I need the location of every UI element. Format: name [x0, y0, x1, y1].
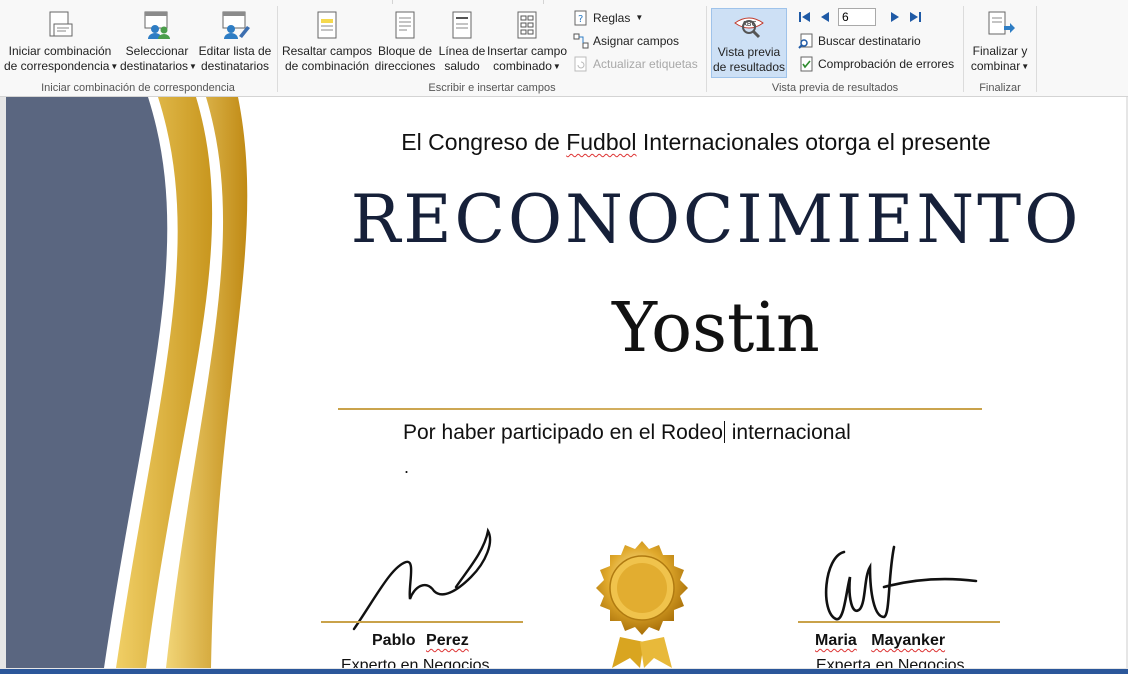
preview-results-button[interactable]: ABC Vista previa de resultados [711, 8, 787, 78]
record-navigator [798, 8, 922, 26]
find-recipient-icon [798, 33, 813, 49]
preview-results-label-2: de resultados [712, 60, 786, 74]
highlight-fields-label-1: Resaltar campos [281, 44, 373, 58]
finish-merge-label-1: Finalizar y [972, 44, 1028, 58]
find-recipient-label: Buscar destinatario [818, 34, 921, 48]
first-record-icon[interactable] [798, 10, 812, 24]
chevron-down-icon: ▼ [552, 62, 561, 72]
group-write-insert: Resaltar campos de combinación Bloque de… [278, 0, 706, 96]
document-area: El Congreso de Fudbol Internacionales ot… [0, 97, 1128, 674]
rules-label: Reglas [593, 11, 631, 25]
edit-recipients-label-2: destinatarios [200, 59, 270, 73]
status-strip [0, 669, 1128, 674]
insert-field-label-1: Insertar campo [486, 44, 568, 58]
record-number-input[interactable] [838, 8, 876, 26]
greeting-line-label-1: Línea de [438, 44, 486, 58]
edit-recipients-icon [222, 11, 250, 39]
match-fields-icon [573, 33, 589, 49]
signer-role-left: Experto en Negocios [341, 657, 490, 668]
rules-button[interactable]: ? Reglas ▼ [573, 8, 643, 28]
last-record-icon[interactable] [908, 10, 922, 24]
select-recipients-label-2: destinatarios [120, 59, 189, 73]
match-fields-button[interactable]: Asignar campos [573, 31, 679, 51]
address-block-label-2: direcciones [374, 59, 436, 73]
insert-field-icon [517, 11, 537, 39]
signature-line-left [321, 621, 523, 623]
insert-field-button[interactable]: Insertar campo combinado▼ [486, 8, 568, 78]
signer-role-right: Experta en Negocios [816, 657, 965, 668]
greeting-line-button[interactable]: Línea de saludo [438, 8, 486, 78]
check-errors-label: Comprobación de errores [818, 57, 955, 71]
gold-medal-seal [596, 541, 688, 668]
update-labels-label: Actualizar etiquetas [593, 57, 698, 71]
signer-first-name-left: Pablo [372, 632, 416, 649]
chevron-down-icon: ▼ [110, 62, 119, 72]
group-start-merge: Iniciar combinación de correspondencia▼ … [0, 0, 276, 96]
previous-record-icon[interactable] [818, 10, 832, 24]
recipient-name: Yostin [612, 289, 820, 368]
group-label-finish: Finalizar [979, 82, 1021, 94]
highlight-fields-button[interactable]: Resaltar campos de combinación [281, 8, 373, 78]
start-merge-icon [49, 11, 73, 37]
group-label-preview: Vista previa de resultados [771, 82, 899, 94]
highlight-fields-icon [317, 11, 337, 39]
text-cursor [723, 421, 725, 443]
certificate-title: RECONOCIMIENTO [350, 181, 1082, 258]
start-merge-label-1: Iniciar combinación [8, 44, 112, 58]
select-recipients-button[interactable]: Seleccionar destinatarios▼ [120, 8, 197, 78]
chevron-down-icon: ▼ [635, 13, 644, 22]
signature-line-right [798, 621, 1000, 623]
finish-merge-label-2: combinar [970, 59, 1021, 73]
issuer-line: El Congreso de Fudbol Internacionales ot… [266, 129, 1126, 156]
signer-name-right: Maria Mayanker [815, 632, 945, 650]
preview-results-icon: ABC [734, 17, 764, 39]
certificate-page[interactable]: El Congreso de Fudbol Internacionales ot… [6, 97, 1126, 668]
next-record-icon[interactable] [888, 10, 902, 24]
address-block-button[interactable]: Bloque de direcciones [374, 8, 436, 78]
update-labels-icon [574, 56, 587, 72]
signature-maria-mayanker [824, 545, 978, 621]
decorative-wave-border [6, 97, 248, 668]
address-block-label-1: Bloque de [377, 44, 433, 58]
highlight-fields-label-2: de combinación [284, 59, 370, 73]
signer-last-name-left: Perez [426, 632, 469, 649]
stray-period: . [404, 457, 410, 477]
signer-name-left: Pablo Perez [372, 632, 469, 650]
edit-recipients-button[interactable]: Editar lista de destinatarios [196, 8, 274, 78]
finish-merge-button[interactable]: Finalizar y combinar▼ [966, 8, 1034, 78]
group-finish: Finalizar y combinar▼ Finalizar [964, 0, 1036, 96]
greeting-line-label-2: saludo [444, 59, 480, 73]
group-divider [1036, 6, 1037, 92]
signer-last-name-right: Mayanker [871, 632, 946, 649]
reason-text-after: internacional [725, 421, 851, 444]
check-errors-button[interactable]: Comprobación de errores [798, 54, 954, 74]
group-label-write-insert: Escribir e insertar campos [428, 82, 556, 94]
edit-recipients-label-1: Editar lista de [198, 44, 272, 58]
start-merge-button[interactable]: Iniciar combinación de correspondencia▼ [4, 8, 119, 78]
select-recipients-label-1: Seleccionar [125, 44, 189, 58]
update-labels-button[interactable]: Actualizar etiquetas [573, 54, 698, 74]
insert-field-label-2: combinado [493, 59, 552, 73]
finish-merge-icon [988, 11, 1015, 35]
misspelled-word: Fudbol [566, 129, 637, 155]
greeting-line-icon [452, 11, 472, 39]
issuer-text-before: El Congreso de [401, 129, 567, 155]
gold-divider [338, 408, 982, 410]
reason-text-before: Por haber participado en el Rodeo [403, 421, 723, 444]
issuer-text-after: Internacionales otorga el presente [636, 129, 991, 155]
svg-text:?: ? [578, 14, 583, 25]
preview-results-label-1: Vista previa [717, 45, 781, 59]
match-fields-label: Asignar campos [593, 34, 680, 48]
mailings-ribbon: Iniciar combinación de correspondencia▼ … [0, 0, 1128, 97]
signer-first-name-right: Maria [815, 632, 857, 649]
group-label-start-merge: Iniciar combinación de correspondencia [41, 82, 235, 94]
check-errors-icon [800, 56, 813, 72]
address-block-icon [395, 11, 415, 39]
find-recipient-button[interactable]: Buscar destinatario [798, 31, 921, 51]
select-recipients-icon [144, 11, 170, 39]
start-merge-label-2: de correspondencia [4, 59, 110, 73]
chevron-down-icon: ▼ [1021, 62, 1030, 72]
reason-line: Por haber participado en el Rodeo intern… [403, 421, 851, 445]
rules-icon: ? [574, 10, 587, 26]
